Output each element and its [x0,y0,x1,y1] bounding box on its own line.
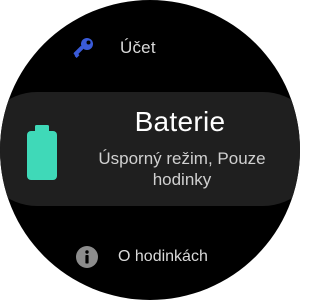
menu-item-subtitle: Úsporný režim, Pouze hodinky [98,149,266,189]
key-icon [73,38,93,58]
battery-icon [27,125,57,180]
menu-item-title: Baterie [134,106,226,137]
menu-item-about-watch[interactable]: O hodinkách [0,236,300,280]
menu-item-battery[interactable]: Baterie Úsporný režim, Pouze hodinky [0,92,300,206]
menu-item-account[interactable]: Účet [0,28,300,68]
menu-item-label: Účet [120,38,156,57]
info-icon [76,246,98,268]
watch-screen: Účet Baterie Úsporný režim, Pouze hodink… [0,0,300,300]
menu-item-label: O hodinkách [118,248,208,265]
